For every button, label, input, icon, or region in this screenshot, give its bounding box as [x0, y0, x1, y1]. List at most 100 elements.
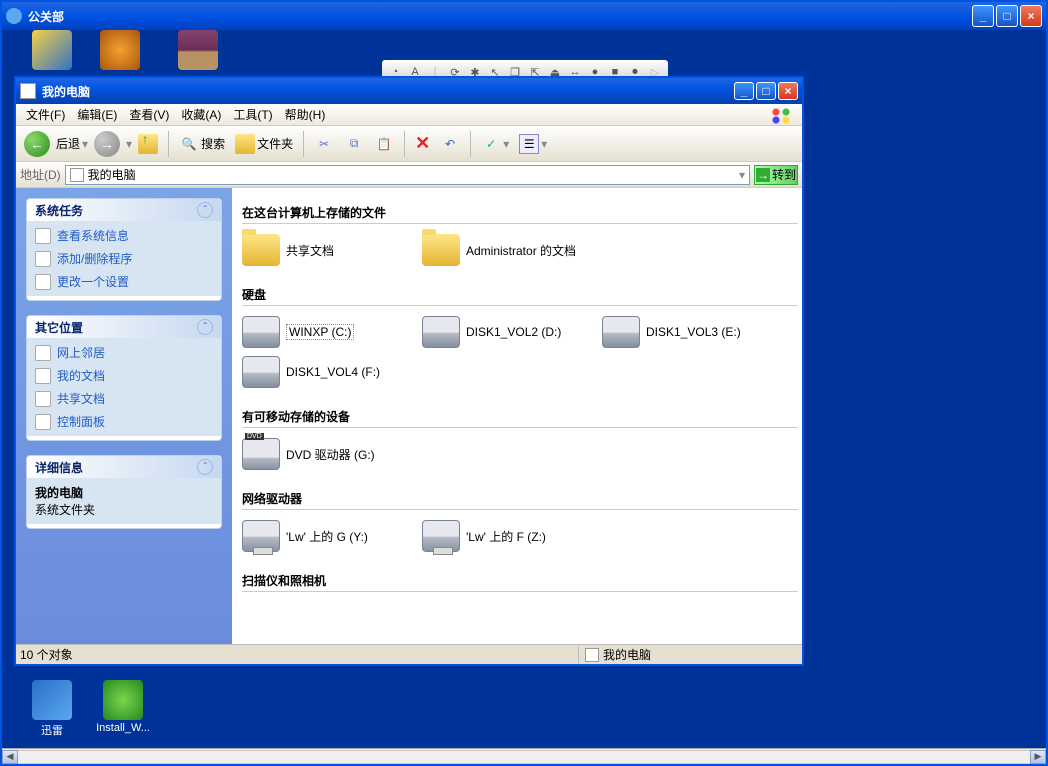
details-header[interactable]: 详细信息 ˆ: [27, 456, 221, 478]
folder-icon: [422, 234, 460, 266]
explorer-maximize-button[interactable]: □: [756, 82, 776, 100]
other-places-title: 其它位置: [35, 319, 83, 336]
statusbar-count: 10 个对象: [20, 646, 73, 663]
explorer-menubar: 文件(F) 编辑(E) 查看(V) 收藏(A) 工具(T) 帮助(H): [16, 104, 802, 126]
go-button[interactable]: → 转到: [754, 165, 798, 185]
drive-icon: [242, 356, 280, 388]
system-tasks-panel: 系统任务 ˆ 查看系统信息 添加/删除程序 更改一个设置: [26, 198, 222, 301]
control-panel-icon: [35, 414, 51, 430]
menu-view[interactable]: 查看(V): [123, 104, 175, 125]
outer-maximize-button[interactable]: □: [996, 5, 1018, 27]
delete-button[interactable]: ✕: [411, 130, 434, 158]
headset-icon: [100, 30, 140, 70]
folders-button[interactable]: 文件夹: [231, 130, 297, 158]
outer-horizontal-scrollbar[interactable]: ◀ ▶: [2, 748, 1046, 764]
shared-docs-icon: [35, 391, 51, 407]
item-admin-documents[interactable]: Administrator 的文档: [422, 234, 582, 266]
item-drive-e[interactable]: DISK1_VOL3 (E:): [602, 316, 762, 348]
explorer-titlebar[interactable]: 我的电脑 _ □ ×: [16, 78, 802, 104]
link-change-setting[interactable]: 更改一个设置: [35, 273, 213, 290]
sysinfo-icon: [35, 228, 51, 244]
link-my-documents[interactable]: 我的文档: [35, 367, 213, 384]
menu-tools[interactable]: 工具(T): [227, 104, 278, 125]
back-dropdown-icon[interactable]: ▾: [82, 137, 88, 151]
explorer-content[interactable]: 在这台计算机上存储的文件 共享文档 Administrator 的文档 硬盘 W…: [232, 188, 802, 644]
back-button[interactable]: ←: [20, 129, 54, 159]
item-drive-d[interactable]: DISK1_VOL2 (D:): [422, 316, 582, 348]
settings-icon: [35, 274, 51, 290]
item-net-z[interactable]: 'Lw' 上的 F (Z:): [422, 520, 582, 552]
item-net-y[interactable]: 'Lw' 上的 G (Y:): [242, 520, 402, 552]
copy-icon: ⧉: [344, 134, 364, 154]
menu-edit[interactable]: 编辑(E): [71, 104, 123, 125]
search-button[interactable]: 🔍搜索: [175, 130, 229, 158]
item-drive-f[interactable]: DISK1_VOL4 (F:): [242, 356, 402, 388]
check-button[interactable]: ✓▾: [477, 130, 513, 158]
desktop-icon-install[interactable]: Install_W...: [88, 680, 158, 734]
item-shared-documents[interactable]: 共享文档: [242, 234, 402, 266]
link-shared-documents[interactable]: 共享文档: [35, 390, 213, 407]
group-network-header: 网络驱动器: [242, 490, 798, 510]
statusbar-location: 我的电脑: [603, 646, 651, 663]
views-button[interactable]: ☰▾: [515, 130, 551, 158]
desktop-icon-headset[interactable]: [88, 30, 152, 72]
link-network-places[interactable]: 网上邻居: [35, 344, 213, 361]
link-control-panel[interactable]: 控制面板: [35, 413, 213, 430]
undo-button[interactable]: ↶: [436, 130, 464, 158]
collapse-icon-3[interactable]: ˆ: [197, 459, 213, 475]
link-view-system-info[interactable]: 查看系统信息: [35, 227, 213, 244]
forward-arrow-icon: →: [94, 131, 120, 157]
folders-label: 文件夹: [257, 135, 293, 152]
group-files-header: 在这台计算机上存储的文件: [242, 204, 798, 224]
group-hdd-header: 硬盘: [242, 286, 798, 306]
cut-button[interactable]: ✂: [310, 130, 338, 158]
system-tasks-header[interactable]: 系统任务 ˆ: [27, 199, 221, 221]
menu-file[interactable]: 文件(F): [20, 104, 71, 125]
remote-desktop[interactable]: ◔ A | ⟳ ✱ ↖ ❐ ⇱ ⏏ ↔ ● ■ ⏺ ▷ 我的电脑 _ □ ×: [2, 30, 1046, 748]
paste-button[interactable]: 📋: [370, 130, 398, 158]
drive-icon: [422, 316, 460, 348]
statusbar-icon: [585, 648, 599, 662]
search-label: 搜索: [201, 135, 225, 152]
winrar-icon: [178, 30, 218, 70]
network-drive-icon: [242, 520, 280, 552]
explorer-title: 我的电脑: [42, 83, 734, 100]
address-dropdown-icon[interactable]: ▾: [739, 168, 745, 182]
scroll-track[interactable]: [18, 750, 1030, 764]
item-dvd-g[interactable]: DVD 驱动器 (G:): [242, 438, 402, 470]
forward-button[interactable]: →: [90, 129, 124, 159]
menu-help[interactable]: 帮助(H): [279, 104, 332, 125]
explorer-window: 我的电脑 _ □ × 文件(F) 编辑(E) 查看(V) 收藏(A) 工具(T)…: [14, 76, 804, 666]
outer-close-button[interactable]: ×: [1020, 5, 1042, 27]
link-add-remove-programs[interactable]: 添加/删除程序: [35, 250, 213, 267]
desktop-icon-outlook[interactable]: [20, 30, 84, 72]
search-icon: 🔍: [179, 134, 199, 154]
toolbar-divider-3: [404, 131, 405, 157]
outer-titlebar[interactable]: 公关部 _ □ ×: [2, 2, 1046, 30]
drive-icon: [242, 316, 280, 348]
group-removable-header: 有可移动存储的设备: [242, 408, 798, 428]
explorer-close-button[interactable]: ×: [778, 82, 798, 100]
collapse-icon[interactable]: ˆ: [197, 202, 213, 218]
address-input[interactable]: 我的电脑 ▾: [65, 165, 750, 185]
desktop-icon-xunlei[interactable]: 迅雷: [20, 680, 84, 738]
go-arrow-icon: →: [756, 168, 770, 182]
explorer-minimize-button[interactable]: _: [734, 82, 754, 100]
fwd-dropdown-icon[interactable]: ▾: [126, 137, 132, 151]
up-button[interactable]: ↑: [134, 130, 162, 158]
menu-favorites[interactable]: 收藏(A): [175, 104, 227, 125]
item-drive-c[interactable]: WINXP (C:): [242, 316, 402, 348]
copy-button[interactable]: ⧉: [340, 130, 368, 158]
windows-flag-icon: [770, 106, 798, 124]
my-documents-icon: [35, 368, 51, 384]
other-places-header[interactable]: 其它位置 ˆ: [27, 316, 221, 338]
collapse-icon-2[interactable]: ˆ: [197, 319, 213, 335]
up-folder-icon: ↑: [138, 134, 158, 154]
back-arrow-icon: ←: [24, 131, 50, 157]
back-label: 后退: [56, 135, 80, 152]
outer-minimize-button[interactable]: _: [972, 5, 994, 27]
scroll-right-button[interactable]: ▶: [1030, 750, 1046, 764]
scroll-left-button[interactable]: ◀: [2, 750, 18, 764]
desktop-icon-winrar[interactable]: [166, 30, 230, 72]
explorer-statusbar: 10 个对象 我的电脑: [16, 644, 802, 664]
